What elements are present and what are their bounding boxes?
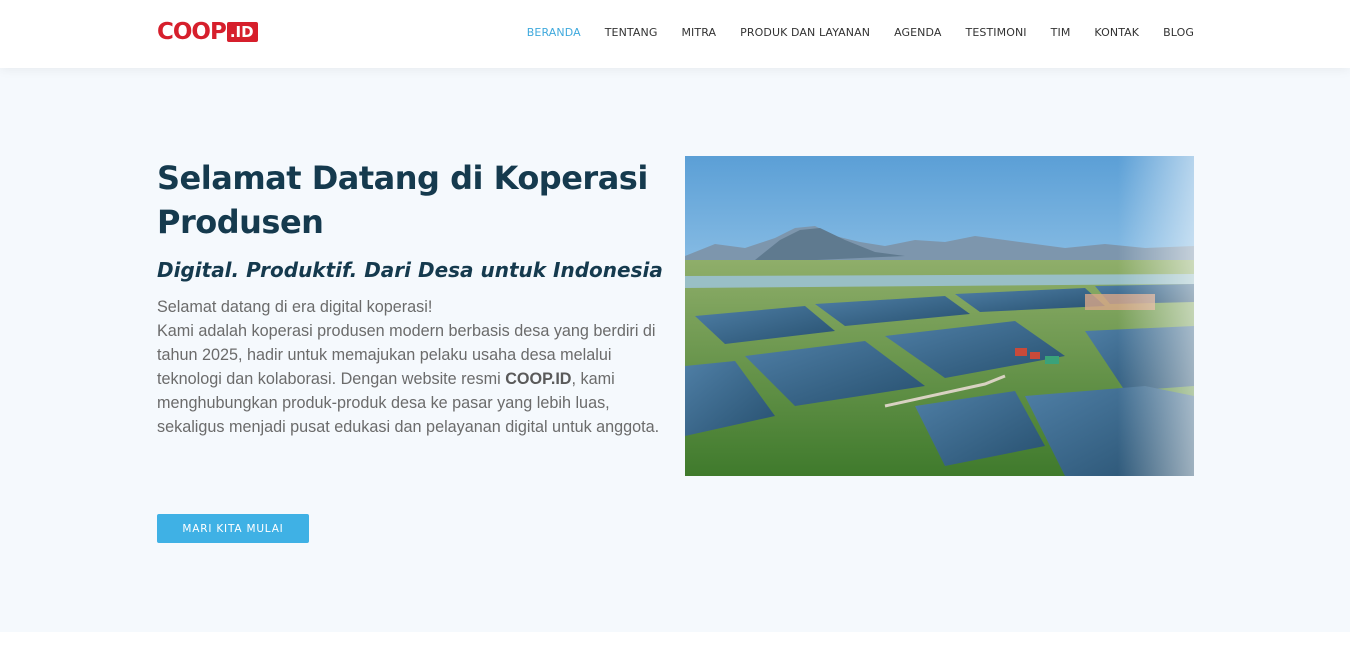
aerial-fish-ponds-photo	[685, 156, 1194, 476]
nav-item-blog[interactable]: BLOG	[1163, 26, 1194, 39]
start-button[interactable]: MARI KITA MULAI	[157, 514, 309, 543]
nav-item-tentang[interactable]: TENTANG	[605, 26, 658, 39]
nav-item-kontak[interactable]: KONTAK	[1094, 26, 1139, 39]
nav-item-produk-dan-layanan[interactable]: PRODUK DAN LAYANAN	[740, 26, 870, 39]
logo-badge: .ID	[226, 21, 258, 43]
nav-item-beranda[interactable]: BERANDA	[527, 26, 581, 39]
nav-item-testimoni[interactable]: TESTIMONI	[966, 26, 1027, 39]
hero-title: Selamat Datang di Koperasi Produsen	[157, 159, 648, 241]
hero-subtitle: Digital. Produktif. Dari Desa untuk Indo…	[157, 258, 663, 282]
nav-item-agenda[interactable]: AGENDA	[894, 26, 941, 39]
hero-intro-line: Selamat datang di era digital koperasi!	[157, 298, 433, 316]
nav-item-mitra[interactable]: MITRA	[681, 26, 716, 39]
site-header: COOP .ID BERANDA TENTANG MITRA PRODUK DAN…	[0, 0, 1350, 68]
site-logo[interactable]: COOP .ID	[157, 17, 258, 47]
hero-body-brand: COOP.ID	[505, 370, 572, 388]
nav-item-tim[interactable]: TIM	[1051, 26, 1071, 39]
logo-wordmark: COOP	[157, 18, 227, 45]
hero-section: Selamat Datang di Koperasi Produsen Digi…	[0, 68, 1350, 632]
main-nav: BERANDA TENTANG MITRA PRODUK DAN LAYANAN…	[527, 0, 1194, 64]
hero-description: Selamat datang di era digital koperasi! K…	[157, 295, 677, 439]
